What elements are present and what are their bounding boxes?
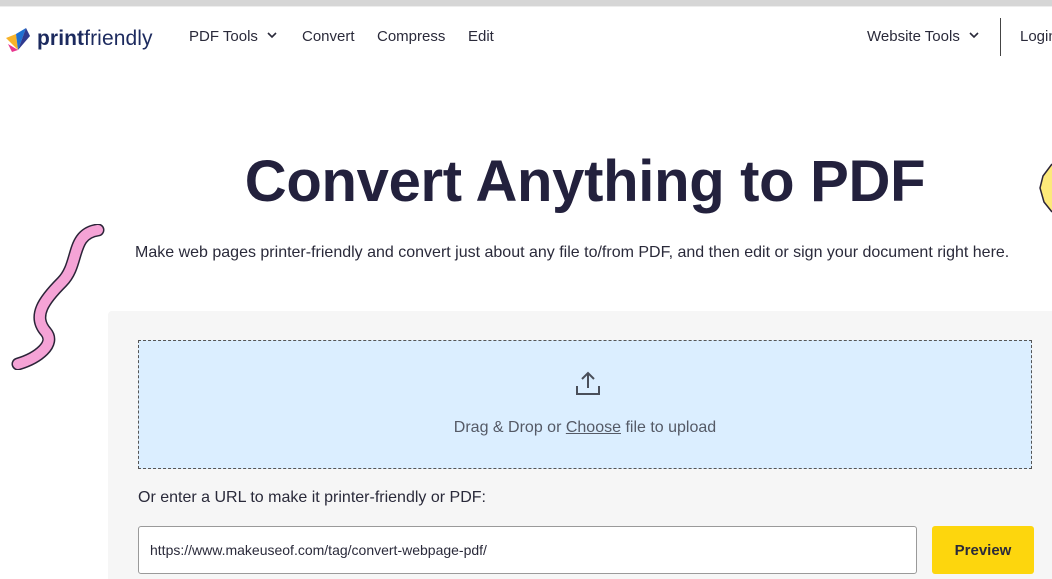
nav-website-tools[interactable]: Website Tools	[867, 28, 980, 45]
printfriendly-logo[interactable]: printfriendly	[4, 24, 153, 54]
logo-text-print: print	[37, 27, 85, 50]
nav-website-tools-label: Website Tools	[867, 28, 960, 45]
nav-login-label: Login	[1020, 28, 1052, 45]
nav-compress[interactable]: Compress	[377, 28, 445, 45]
logo-mark-icon	[4, 24, 32, 54]
nav-convert-label: Convert	[302, 28, 355, 45]
nav-pdf-tools[interactable]: PDF Tools	[189, 28, 278, 45]
logo-text-friendly: friendly	[84, 27, 153, 50]
dropzone-text-prefix: Drag & Drop or	[453, 419, 566, 436]
page-subtitle: Make web pages printer-friendly and conv…	[135, 244, 1010, 261]
dropzone-text-suffix: file to upload	[621, 419, 717, 436]
dropzone-text: Drag & Drop or Choose file to upload	[139, 419, 1031, 437]
preview-button[interactable]: Preview	[932, 526, 1034, 574]
choose-file-link[interactable]: Choose	[566, 419, 621, 436]
nav-pdf-tools-label: PDF Tools	[189, 28, 258, 45]
nav-edit[interactable]: Edit	[468, 28, 494, 45]
chevron-down-icon	[968, 28, 980, 45]
nav-edit-label: Edit	[468, 28, 494, 45]
file-dropzone[interactable]: Drag & Drop or Choose file to upload	[138, 340, 1032, 469]
url-label: Or enter a URL to make it printer-friend…	[138, 489, 486, 506]
url-input[interactable]	[138, 526, 917, 574]
nav-convert[interactable]: Convert	[302, 28, 355, 45]
top-navigation: printfriendly PDF Tools Convert Compress…	[0, 7, 1052, 67]
chevron-down-icon	[266, 28, 278, 45]
squiggle-decoration	[11, 224, 105, 370]
logo-wordmark: printfriendly	[37, 27, 153, 51]
nav-login[interactable]: Login	[1020, 28, 1052, 45]
nav-compress-label: Compress	[377, 28, 446, 45]
upload-icon	[575, 371, 601, 402]
page-title: Convert Anything to PDF	[244, 149, 926, 214]
nav-divider	[1000, 18, 1001, 56]
